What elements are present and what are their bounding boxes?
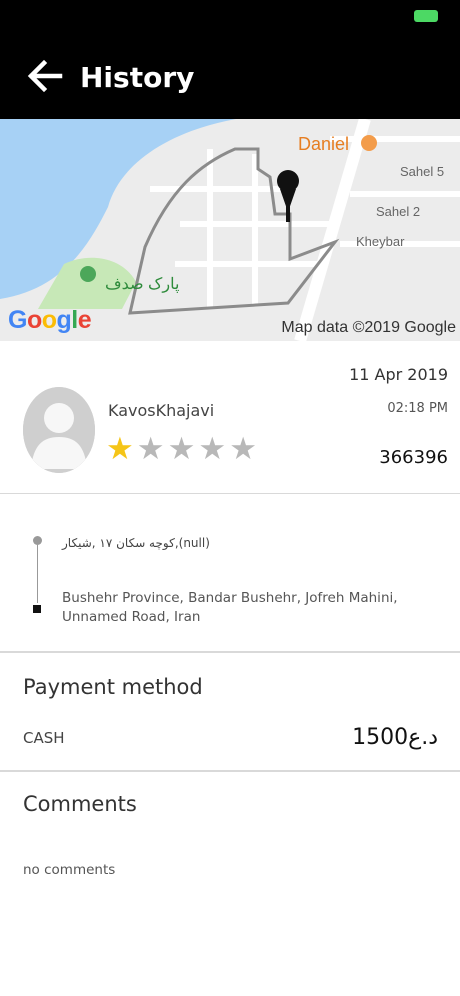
trip-date: 11 Apr 2019 bbox=[349, 365, 448, 384]
page-title: History bbox=[80, 61, 195, 94]
map-label-street: Kheybar bbox=[356, 234, 405, 249]
google-logo: Google bbox=[8, 306, 92, 334]
rating-stars: ★ ★ ★ ★ ★ bbox=[106, 433, 257, 465]
person-icon bbox=[23, 387, 95, 473]
trip-time: 02:18 PM bbox=[387, 401, 448, 416]
route-map[interactable]: Daniel Sahel 5 Sahel 2 Kheybar پارک صدف … bbox=[0, 119, 460, 341]
driver-name: KavosKhajavi bbox=[108, 401, 215, 420]
trip-summary: KavosKhajavi ★ ★ ★ ★ ★ 11 Apr 2019 02:18… bbox=[0, 341, 460, 494]
origin-address: کوچه سکان ۱۷ ,شیکار,(null) bbox=[62, 536, 210, 550]
payment-amount: 1500د.ع bbox=[352, 725, 438, 750]
app-header: History bbox=[0, 0, 460, 119]
comments-section: Comments no comments bbox=[0, 774, 460, 934]
star-empty-icon: ★ bbox=[198, 431, 227, 467]
star-empty-icon: ★ bbox=[229, 431, 257, 467]
map-label-street: Sahel 5 bbox=[400, 164, 445, 179]
payment-title: Payment method bbox=[23, 675, 203, 699]
star-empty-icon: ★ bbox=[136, 431, 165, 467]
payment-section: Payment method CASH 1500د.ع bbox=[0, 655, 460, 772]
destination-square-icon bbox=[33, 605, 41, 613]
comments-text: no comments bbox=[23, 862, 116, 878]
battery-icon bbox=[414, 10, 438, 22]
arrow-left-icon bbox=[27, 59, 63, 93]
map-label-park: پارک صدف bbox=[105, 276, 180, 293]
star-empty-icon: ★ bbox=[167, 431, 196, 467]
route-line bbox=[37, 545, 38, 603]
map-attribution: Map data ©2019 Google bbox=[281, 319, 456, 336]
trip-code: 366396 bbox=[379, 447, 448, 468]
star-filled-icon: ★ bbox=[106, 431, 134, 467]
map-label-poi: Daniel bbox=[298, 134, 350, 154]
origin-dot-icon bbox=[33, 536, 42, 545]
payment-method: CASH bbox=[23, 729, 65, 747]
comments-title: Comments bbox=[23, 792, 137, 816]
map-label-street: Sahel 2 bbox=[376, 204, 421, 219]
driver-avatar bbox=[23, 387, 95, 473]
back-button[interactable] bbox=[26, 58, 64, 94]
trip-route: کوچه سکان ۱۷ ,شیکار,(null) Bushehr Provi… bbox=[0, 495, 460, 653]
destination-address: Bushehr Province, Bandar Bushehr, Jofreh… bbox=[62, 590, 398, 625]
